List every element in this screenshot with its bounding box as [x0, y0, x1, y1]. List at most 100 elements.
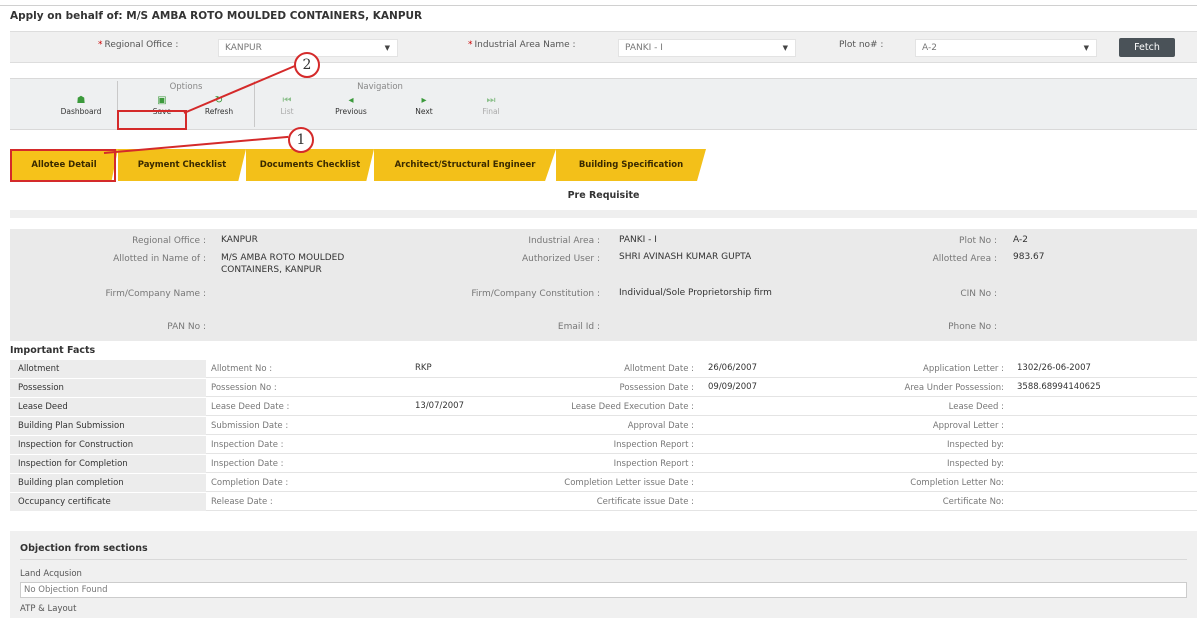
industrial-area-label-wrap: * Industrial Area Name :	[468, 40, 576, 50]
facts-row: Lease Deed Lease Deed Date : 13/07/2007 Lea…	[10, 398, 1197, 416]
fact-name: Allotment	[10, 360, 206, 378]
home-icon: ☗	[76, 95, 86, 106]
important-facts-title: Important Facts	[10, 345, 96, 356]
fact-name: Building Plan Submission	[10, 417, 206, 435]
annotation-marker-two: 2	[294, 52, 320, 78]
annotation-marker-one: 1	[288, 127, 314, 153]
industrial-area-label: Industrial Area Name :	[474, 40, 576, 50]
fact-label: Possession Date :	[619, 383, 695, 393]
info-label: Firm/Company Constitution :	[471, 289, 600, 299]
info-label: Plot No :	[959, 236, 997, 246]
tab-building-specification[interactable]: Building Specification	[556, 149, 706, 181]
fact-name: Possession	[10, 379, 206, 397]
chevron-down-icon: ▼	[782, 44, 788, 52]
facts-row: Inspection for Completion Inspection Date…	[10, 455, 1197, 473]
land-acquisition-field[interactable]: No Objection Found	[20, 582, 1187, 598]
fact-label: Completion Letter No:	[910, 478, 1004, 488]
fact-label: Submission Date :	[211, 421, 289, 431]
previous-button[interactable]: ◂ Previous	[330, 95, 372, 125]
land-acquisition-label: Land Acqusion	[20, 569, 82, 579]
info-label: CIN No :	[960, 289, 997, 299]
info-label: PAN No :	[167, 322, 206, 332]
fact-name: Lease Deed	[10, 398, 206, 416]
objection-divider	[20, 559, 1187, 560]
fact-label: Lease Deed :	[948, 402, 1004, 412]
fact-label: Completion Letter issue Date :	[564, 478, 694, 488]
fact-label: Area Under Possession:	[904, 383, 1004, 393]
fetch-button[interactable]: Fetch	[1119, 38, 1175, 57]
last-icon: ⏭	[486, 95, 496, 106]
dashboard-label: Dashboard	[60, 107, 102, 116]
annotation-box-tab	[10, 149, 116, 182]
arrow-right-icon: ▸	[421, 95, 427, 106]
next-label: Next	[415, 107, 433, 116]
fact-value: RKP	[415, 363, 432, 373]
filter-bar: * Regional Office : KANPUR ▼ * Industrial …	[10, 31, 1197, 63]
chevron-down-icon: ▼	[1083, 44, 1089, 52]
fact-label: Release Date :	[211, 497, 273, 507]
final-label: Final	[482, 107, 500, 116]
plot-no-label-wrap: Plot no# :	[839, 40, 883, 50]
facts-row: Building plan completion Completion Date …	[10, 474, 1197, 492]
fact-label: Inspected by:	[947, 440, 1004, 450]
info-label: Email Id :	[557, 322, 600, 332]
annotation-box-save	[117, 110, 187, 130]
first-icon: ⏮	[282, 95, 292, 106]
fact-label: Inspection Report :	[613, 440, 694, 450]
top-border	[0, 5, 1197, 6]
toolbar: Options Navigation ☗ Dashboard ▣ Save ↻ …	[10, 78, 1197, 130]
plot-no-label: Plot no# :	[839, 40, 884, 50]
next-button[interactable]: ▸ Next	[403, 95, 445, 125]
fact-label: Allotment No :	[211, 364, 273, 374]
info-label: Phone No :	[948, 322, 997, 332]
final-button[interactable]: ⏭ Final	[470, 95, 512, 125]
fact-label: Inspection Report :	[613, 459, 694, 469]
facts-row: Inspection for Construction Inspection Da…	[10, 436, 1197, 454]
page-title: Apply on behalf of: M/S AMBA ROTO MOULDE…	[10, 10, 423, 22]
fact-label: Lease Deed Date :	[211, 402, 290, 412]
facts-row: Occupancy certificate Release Date : Certi…	[10, 493, 1197, 511]
info-label: Allotted Area :	[932, 254, 997, 264]
fact-value: 3588.68994140625	[1017, 382, 1101, 392]
industrial-area-select[interactable]: PANKI - I ▼	[618, 39, 796, 57]
tab-payment-checklist[interactable]: Payment Checklist	[118, 149, 246, 181]
atp-layout-label: ATP & Layout	[20, 604, 77, 614]
chevron-down-icon: ▼	[384, 44, 390, 52]
info-label: Regional Office :	[132, 236, 206, 246]
info-value: 983.67	[1013, 252, 1045, 262]
objection-title: Objection from sections	[20, 543, 148, 554]
fact-label: Possession No :	[211, 383, 277, 393]
save-icon: ▣	[157, 95, 167, 106]
plot-no-value: A-2	[922, 43, 937, 53]
section-title: Pre Requisite	[567, 190, 640, 201]
list-button[interactable]: ⏮ List	[266, 95, 308, 125]
tab-architect-structural-engineer[interactable]: Architect/Structural Engineer	[374, 149, 556, 181]
info-value: A-2	[1013, 235, 1028, 245]
info-value: KANPUR	[221, 235, 258, 245]
allottee-info-panel: Regional Office : KANPUR Industrial Area…	[10, 229, 1197, 341]
fact-value: 09/09/2007	[708, 382, 757, 392]
fact-label: Inspection Date :	[211, 459, 284, 469]
dashboard-button[interactable]: ☗ Dashboard	[60, 95, 102, 125]
facts-row: Possession Possession No : Possession Date…	[10, 379, 1197, 397]
fact-label: Approval Letter :	[932, 421, 1004, 431]
fact-label: Approval Date :	[627, 421, 694, 431]
refresh-button[interactable]: ↻ Refresh	[198, 95, 240, 125]
fact-label: Certificate No:	[942, 497, 1004, 507]
info-value: SHRI AVINASH KUMAR GUPTA	[619, 252, 752, 262]
fact-name: Building plan completion	[10, 474, 206, 492]
facts-row: Building Plan Submission Submission Date …	[10, 417, 1197, 435]
regional-office-label-wrap: * Regional Office :	[98, 40, 179, 50]
plot-no-select[interactable]: A-2 ▼	[915, 39, 1097, 57]
industrial-area-value: PANKI - I	[625, 43, 663, 53]
refresh-label: Refresh	[204, 107, 234, 116]
objection-panel: Objection from sections Land Acqusion No…	[10, 531, 1197, 618]
list-label: List	[280, 107, 294, 116]
fact-value: 13/07/2007	[415, 401, 464, 411]
regional-office-value: KANPUR	[225, 43, 262, 53]
tab-documents-checklist[interactable]: Documents Checklist	[246, 149, 374, 181]
important-facts-table: Allotment Allotment No : RKP Allotment Date…	[10, 360, 1197, 520]
fact-label: Inspected by:	[947, 459, 1004, 469]
facts-row: Allotment Allotment No : RKP Allotment Date…	[10, 360, 1197, 378]
fact-label: Inspection Date :	[211, 440, 284, 450]
